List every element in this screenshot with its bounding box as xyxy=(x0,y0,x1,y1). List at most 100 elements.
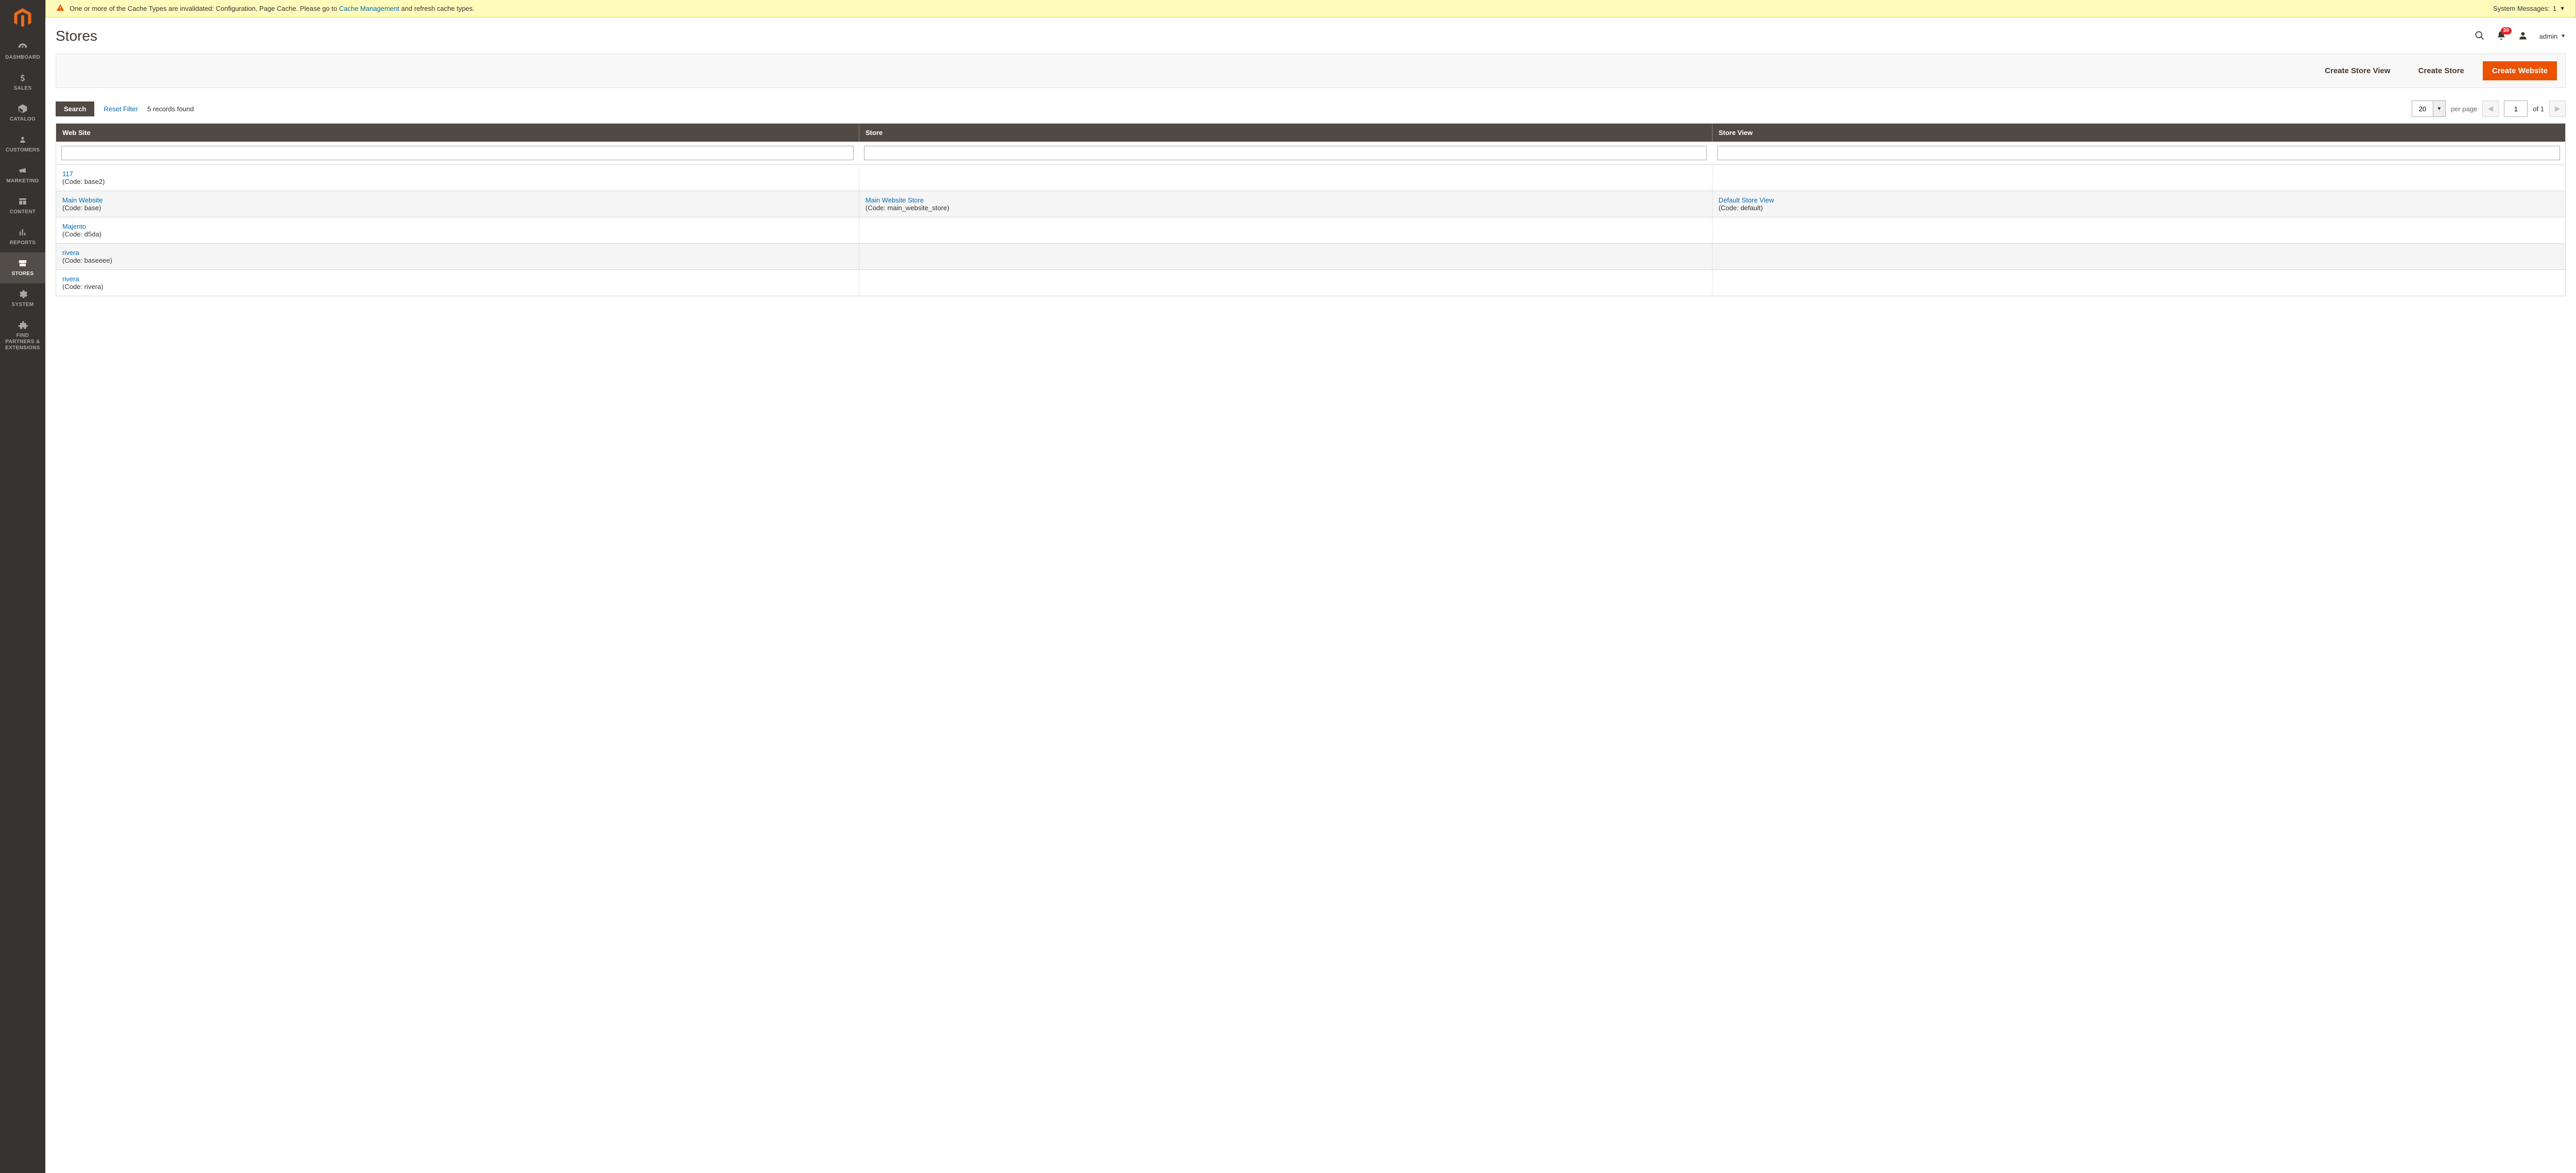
user-menu[interactable]: admin ▼ xyxy=(2539,32,2566,40)
account-icon-button[interactable] xyxy=(2518,30,2528,42)
search-icon xyxy=(2475,30,2485,41)
table-row: 117(Code: base2) xyxy=(56,165,2565,191)
pager: ▼ per page ◀ of 1 ▶ xyxy=(2412,100,2566,117)
entity-link[interactable]: Default Store View xyxy=(1719,196,1774,204)
main-content: One or more of the Cache Types are inval… xyxy=(45,0,2576,1173)
entity-link[interactable]: Main Website xyxy=(62,196,103,204)
total-pages: 1 xyxy=(2540,105,2544,113)
sidebar-item-customers[interactable]: CUSTOMERS xyxy=(0,129,45,160)
table-cell xyxy=(859,165,1712,191)
entity-code: (Code: rivera) xyxy=(62,283,103,291)
sysmsg-counter-label: System Messages: xyxy=(2493,5,2550,12)
table-cell xyxy=(1712,217,2565,244)
sidebar-label: CATALOG xyxy=(10,116,36,123)
table-cell: Majento(Code: d5da) xyxy=(56,217,859,244)
table-cell xyxy=(1712,270,2565,296)
notifications-button[interactable]: 39 xyxy=(2496,30,2506,42)
sysmsg-suffix: and refresh cache types. xyxy=(399,5,474,12)
create-store-view-button[interactable]: Create Store View xyxy=(2315,61,2399,80)
stores-grid: Web Site Store Store View 117(Code: base… xyxy=(56,123,2566,296)
storefront-icon xyxy=(16,258,29,269)
page-size-select[interactable]: ▼ xyxy=(2412,100,2446,117)
table-cell: Main Website Store(Code: main_website_st… xyxy=(859,191,1712,217)
sidebar-item-content[interactable]: CONTENT xyxy=(0,191,45,222)
chevron-down-icon: ▼ xyxy=(2560,6,2565,12)
create-website-button[interactable]: Create Website xyxy=(2483,61,2557,80)
reset-filter-link[interactable]: Reset Filter xyxy=(104,105,138,113)
grid-controls: Search Reset Filter 5 records found ▼ pe… xyxy=(56,100,2566,117)
search-button[interactable]: Search xyxy=(56,101,94,116)
sidebar-item-reports[interactable]: REPORTS xyxy=(0,222,45,252)
prev-page-button[interactable]: ◀ xyxy=(2482,100,2499,117)
sidebar-label: DASHBOARD xyxy=(5,55,40,61)
sidebar-label: CUSTOMERS xyxy=(6,147,40,154)
sidebar-item-dashboard[interactable]: DASHBOARD xyxy=(0,36,45,67)
table-cell xyxy=(859,244,1712,270)
system-message-bar: One or more of the Cache Types are inval… xyxy=(45,0,2576,18)
sidebar-label: SYSTEM xyxy=(12,302,34,308)
dollar-icon xyxy=(16,72,29,83)
sysmsg-prefix: One or more of the Cache Types are inval… xyxy=(70,5,339,12)
magento-logo[interactable] xyxy=(0,0,45,36)
entity-code: (Code: base) xyxy=(62,204,101,212)
entity-link[interactable]: 117 xyxy=(62,170,73,178)
admin-sidebar: DASHBOARD SALES CATALOG CUSTOMERS MARKET… xyxy=(0,0,45,1173)
create-store-button[interactable]: Create Store xyxy=(2409,61,2473,80)
col-header-store[interactable]: Store xyxy=(859,124,1712,142)
entity-link[interactable]: rivera xyxy=(62,275,79,283)
page-actions: Create Store View Create Store Create We… xyxy=(56,54,2566,88)
entity-link[interactable]: rivera xyxy=(62,249,79,257)
entity-code: (Code: d5da) xyxy=(62,230,101,238)
current-page-input[interactable] xyxy=(2504,100,2528,117)
col-header-website[interactable]: Web Site xyxy=(56,124,859,142)
grid-header-row: Web Site Store Store View xyxy=(56,124,2565,142)
col-header-view[interactable]: Store View xyxy=(1712,124,2565,142)
sidebar-label: FIND PARTNERS & EXTENSIONS xyxy=(2,333,43,351)
entity-code: (Code: main_website_store) xyxy=(866,204,950,212)
user-icon xyxy=(2518,30,2528,41)
gear-icon xyxy=(16,288,29,300)
sidebar-item-stores[interactable]: STORES xyxy=(0,252,45,283)
entity-link[interactable]: Main Website Store xyxy=(866,196,924,204)
table-row: Majento(Code: d5da) xyxy=(56,217,2565,244)
sidebar-label: STORES xyxy=(12,271,34,277)
records-found: 5 records found xyxy=(147,105,194,113)
grid-filter-row xyxy=(56,142,2565,165)
page-size-dropdown-toggle[interactable]: ▼ xyxy=(2433,100,2446,117)
page-title: Stores xyxy=(56,28,97,44)
puzzle-icon xyxy=(16,319,29,331)
next-page-button[interactable]: ▶ xyxy=(2549,100,2566,117)
sidebar-label: CONTENT xyxy=(10,209,36,215)
sidebar-label: REPORTS xyxy=(10,240,36,246)
box-icon xyxy=(16,103,29,114)
page-size-input[interactable] xyxy=(2412,100,2433,117)
sysmsg-counter-value: 1 xyxy=(2553,5,2556,12)
table-cell xyxy=(1712,165,2565,191)
sidebar-item-sales[interactable]: SALES xyxy=(0,67,45,98)
table-row: Main Website(Code: base) Main Website Sto… xyxy=(56,191,2565,217)
global-search-button[interactable] xyxy=(2475,30,2485,42)
megaphone-icon xyxy=(16,165,29,176)
notification-badge: 39 xyxy=(2501,27,2512,35)
entity-code: (Code: base2) xyxy=(62,178,105,185)
chevron-right-icon: ▶ xyxy=(2555,105,2560,113)
topbar: 39 admin ▼ xyxy=(2475,30,2566,42)
filter-website-input[interactable] xyxy=(61,146,854,160)
sidebar-item-system[interactable]: SYSTEM xyxy=(0,283,45,314)
table-row: rivera(Code: rivera) xyxy=(56,270,2565,296)
person-icon xyxy=(16,134,29,145)
sidebar-item-catalog[interactable]: CATALOG xyxy=(0,98,45,129)
table-cell xyxy=(1712,244,2565,270)
layout-icon xyxy=(16,196,29,207)
sidebar-item-marketing[interactable]: MARKETING xyxy=(0,160,45,191)
sidebar-item-partners[interactable]: FIND PARTNERS & EXTENSIONS xyxy=(0,314,45,358)
cache-management-link[interactable]: Cache Management xyxy=(339,5,399,12)
table-row: rivera(Code: baseeee) xyxy=(56,244,2565,270)
filter-store-input[interactable] xyxy=(864,146,1707,160)
entity-code: (Code: baseeee) xyxy=(62,257,112,264)
filter-view-input[interactable] xyxy=(1717,146,2560,160)
gauge-icon xyxy=(16,41,29,53)
entity-link[interactable]: Majento xyxy=(62,223,86,230)
warning-icon xyxy=(56,4,64,13)
system-messages-toggle[interactable]: System Messages: 1 ▼ xyxy=(2493,5,2565,12)
